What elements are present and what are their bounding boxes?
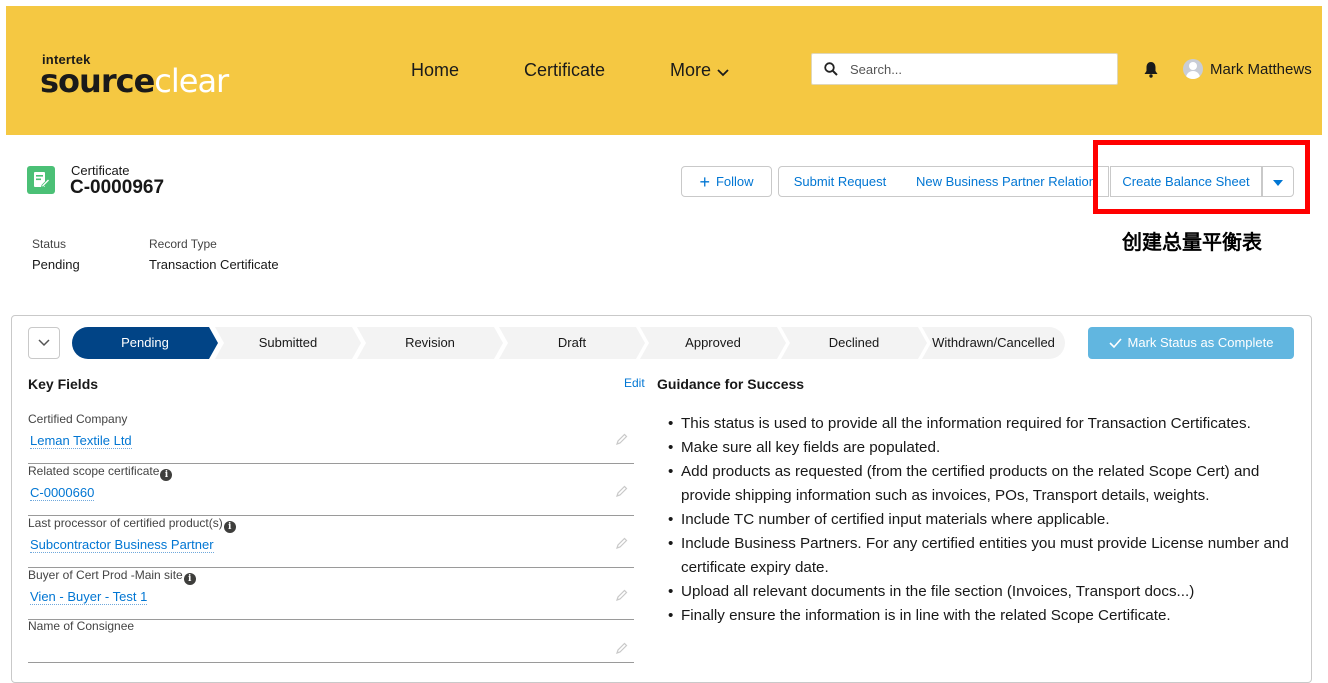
field-label: Related scope certificate i [28, 464, 173, 481]
plus-icon: + [699, 172, 710, 192]
nav-certificate[interactable]: Certificate [524, 60, 605, 81]
key-field-certified-company: Certified Company Leman Textile Ltd [28, 412, 634, 464]
path-step-declined[interactable]: Declined [781, 327, 927, 359]
search-input[interactable]: Search... [811, 53, 1118, 85]
field-label: Last processor of certified product(s) i [28, 516, 236, 533]
path-step-revision[interactable]: Revision [357, 327, 503, 359]
mark-status-complete-button[interactable]: Mark Status as Complete [1088, 327, 1294, 359]
guidance-item: Add products as requested (from the cert… [668, 460, 1304, 508]
pencil-icon[interactable] [616, 588, 628, 606]
pencil-icon[interactable] [616, 536, 628, 554]
guidance-item: Finally ensure the information is in lin… [668, 604, 1304, 628]
pencil-icon[interactable] [616, 432, 628, 450]
guidance-list: This status is used to provide all the i… [668, 412, 1304, 628]
follow-button[interactable]: + Follow [681, 166, 772, 197]
status-label: Status [32, 237, 67, 251]
new-business-partner-button[interactable]: New Business Partner Relation [901, 166, 1109, 197]
field-value-link[interactable]: C-0000660 [30, 485, 95, 501]
key-field-last-processor: Last processor of certified product(s) i … [28, 516, 634, 568]
guidance-title: Guidance for Success [657, 376, 805, 392]
submit-request-button[interactable]: Submit Request [778, 166, 902, 197]
edit-key-fields-link[interactable]: Edit [624, 376, 645, 390]
bell-icon[interactable] [1143, 61, 1159, 83]
status-path: Pending Submitted Revision Draft Approve… [72, 327, 1065, 359]
field-value-link[interactable]: Subcontractor Business Partner [30, 537, 214, 553]
checkmark-icon [1108, 328, 1122, 360]
pencil-icon[interactable] [616, 484, 628, 502]
path-collapse-toggle[interactable] [28, 327, 60, 359]
record-object-type: Certificate [71, 163, 130, 178]
key-field-related-scope-certificate: Related scope certificate i C-0000660 [28, 464, 634, 516]
record-type-label: Record Type [149, 237, 217, 251]
chevron-down-icon [717, 61, 729, 82]
mark-complete-label: Mark Status as Complete [1127, 335, 1274, 350]
top-navigation-bar: intertek sourceclear Home Certificate Mo… [6, 6, 1322, 135]
status-value: Pending [32, 257, 80, 272]
certificate-record-icon [27, 166, 55, 194]
key-field-buyer-main-site: Buyer of Cert Prod -Main site i Vien - Bu… [28, 568, 634, 620]
path-step-approved[interactable]: Approved [640, 327, 786, 359]
record-type-value: Transaction Certificate [149, 257, 279, 272]
nav-more[interactable]: More [670, 60, 729, 82]
path-step-withdrawn-cancelled[interactable]: Withdrawn/Cancelled [922, 327, 1065, 359]
highlight-box [1093, 140, 1310, 214]
guidance-item: Include Business Partners. For any certi… [668, 532, 1304, 580]
guidance-item: This status is used to provide all the i… [668, 412, 1304, 436]
nav-more-label: More [670, 60, 712, 80]
user-avatar[interactable] [1183, 59, 1203, 79]
path-step-submitted[interactable]: Submitted [215, 327, 361, 359]
field-label: Buyer of Cert Prod -Main site i [28, 568, 196, 585]
follow-label: Follow [715, 174, 754, 189]
info-icon[interactable]: i [223, 521, 236, 533]
search-placeholder: Search... [850, 62, 903, 77]
info-icon[interactable]: i [160, 469, 173, 481]
user-name[interactable]: Mark Matthews [1210, 61, 1312, 78]
key-field-name-of-consignee: Name of Consignee [28, 619, 634, 663]
guidance-item: Make sure all key fields are populated. [668, 436, 1304, 460]
guidance-item: Include TC number of certified input mat… [668, 508, 1304, 532]
search-icon [824, 62, 838, 81]
annotation-label: 创建总量平衡表 [1122, 230, 1262, 254]
guidance-item: Upload all relevant documents in the fil… [668, 580, 1304, 604]
pencil-icon[interactable] [616, 641, 628, 659]
field-label: Name of Consignee [28, 619, 135, 633]
path-step-draft[interactable]: Draft [499, 327, 645, 359]
key-fields-title: Key Fields [28, 376, 99, 392]
field-value-link[interactable]: Leman Textile Ltd [30, 433, 132, 449]
field-value-link[interactable]: Vien - Buyer - Test 1 [30, 589, 148, 605]
path-step-pending[interactable]: Pending [72, 327, 218, 359]
logo-wordmark: sourceclear [40, 62, 229, 100]
nav-home[interactable]: Home [411, 60, 459, 81]
field-label: Certified Company [28, 412, 128, 426]
record-name: C-0000967 [70, 177, 165, 198]
info-icon[interactable]: i [183, 573, 196, 585]
